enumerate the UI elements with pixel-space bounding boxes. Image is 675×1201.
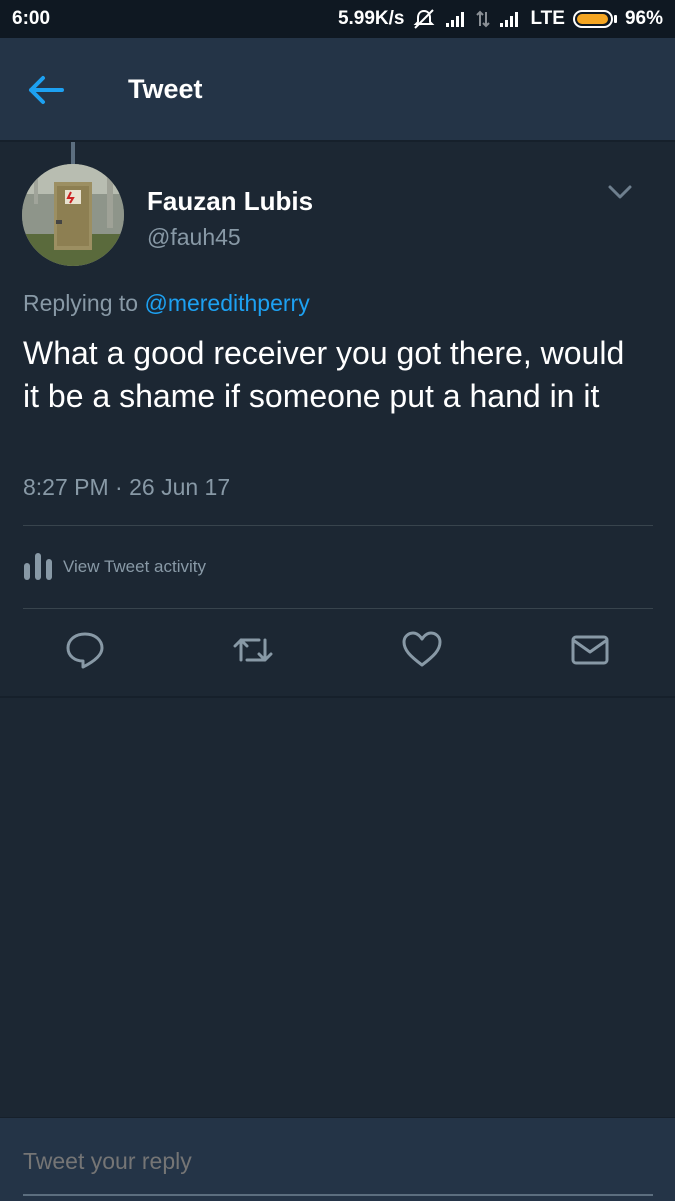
page-title: Tweet [128, 74, 203, 104]
chevron-down-icon[interactable] [607, 182, 633, 202]
signal-icon [444, 10, 468, 28]
battery-fill [576, 14, 608, 24]
retweet-icon[interactable] [231, 630, 273, 670]
network-speed: 5.99K/s [337, 8, 405, 29]
analytics-bars-icon [23, 547, 53, 586]
thread-connector [71, 142, 75, 164]
divider [23, 608, 653, 609]
reply-icon[interactable] [65, 630, 105, 670]
view-tweet-activity-button[interactable]: View Tweet activity [23, 547, 206, 586]
message-icon[interactable] [570, 630, 610, 670]
tweet-actions [0, 630, 675, 680]
view-tweet-activity-label: View Tweet activity [63, 556, 206, 576]
replying-prefix: Replying to [23, 290, 139, 316]
replying-to: Replying to @meredithperry [23, 290, 310, 317]
like-icon[interactable] [402, 630, 442, 670]
battery-percent: 96% [624, 8, 663, 29]
divider [23, 525, 653, 526]
author-handle[interactable]: @fauh45 [147, 224, 241, 251]
status-time: 6:00 [12, 8, 51, 29]
muted-alarm-icon [412, 8, 436, 30]
reply-mention-link[interactable]: @meredithperry [144, 290, 309, 316]
status-right: 5.99K/s LTE 96% [338, 8, 663, 30]
reply-input-underline [23, 1194, 653, 1196]
back-arrow-icon[interactable] [26, 74, 66, 106]
battery-icon [572, 10, 617, 28]
avatar[interactable] [22, 164, 124, 266]
reply-bar [0, 1117, 675, 1201]
status-bar: 6:00 5.99K/s LTE 96% [0, 0, 675, 38]
author-name[interactable]: Fauzan Lubis [147, 186, 313, 217]
tweet-timestamp: 8:27 PM · 26 Jun 17 [23, 474, 231, 500]
signal-icon-2 [498, 10, 522, 28]
tweet-detail: Fauzan Lubis @fauh45 Replying to @meredi… [0, 142, 675, 698]
data-transfer-icon [476, 10, 491, 28]
top-app-bar: Tweet [0, 38, 675, 142]
network-type: LTE [530, 8, 565, 29]
tweet-text: What a good receiver you got there, woul… [23, 335, 625, 414]
reply-input[interactable] [23, 1148, 653, 1175]
